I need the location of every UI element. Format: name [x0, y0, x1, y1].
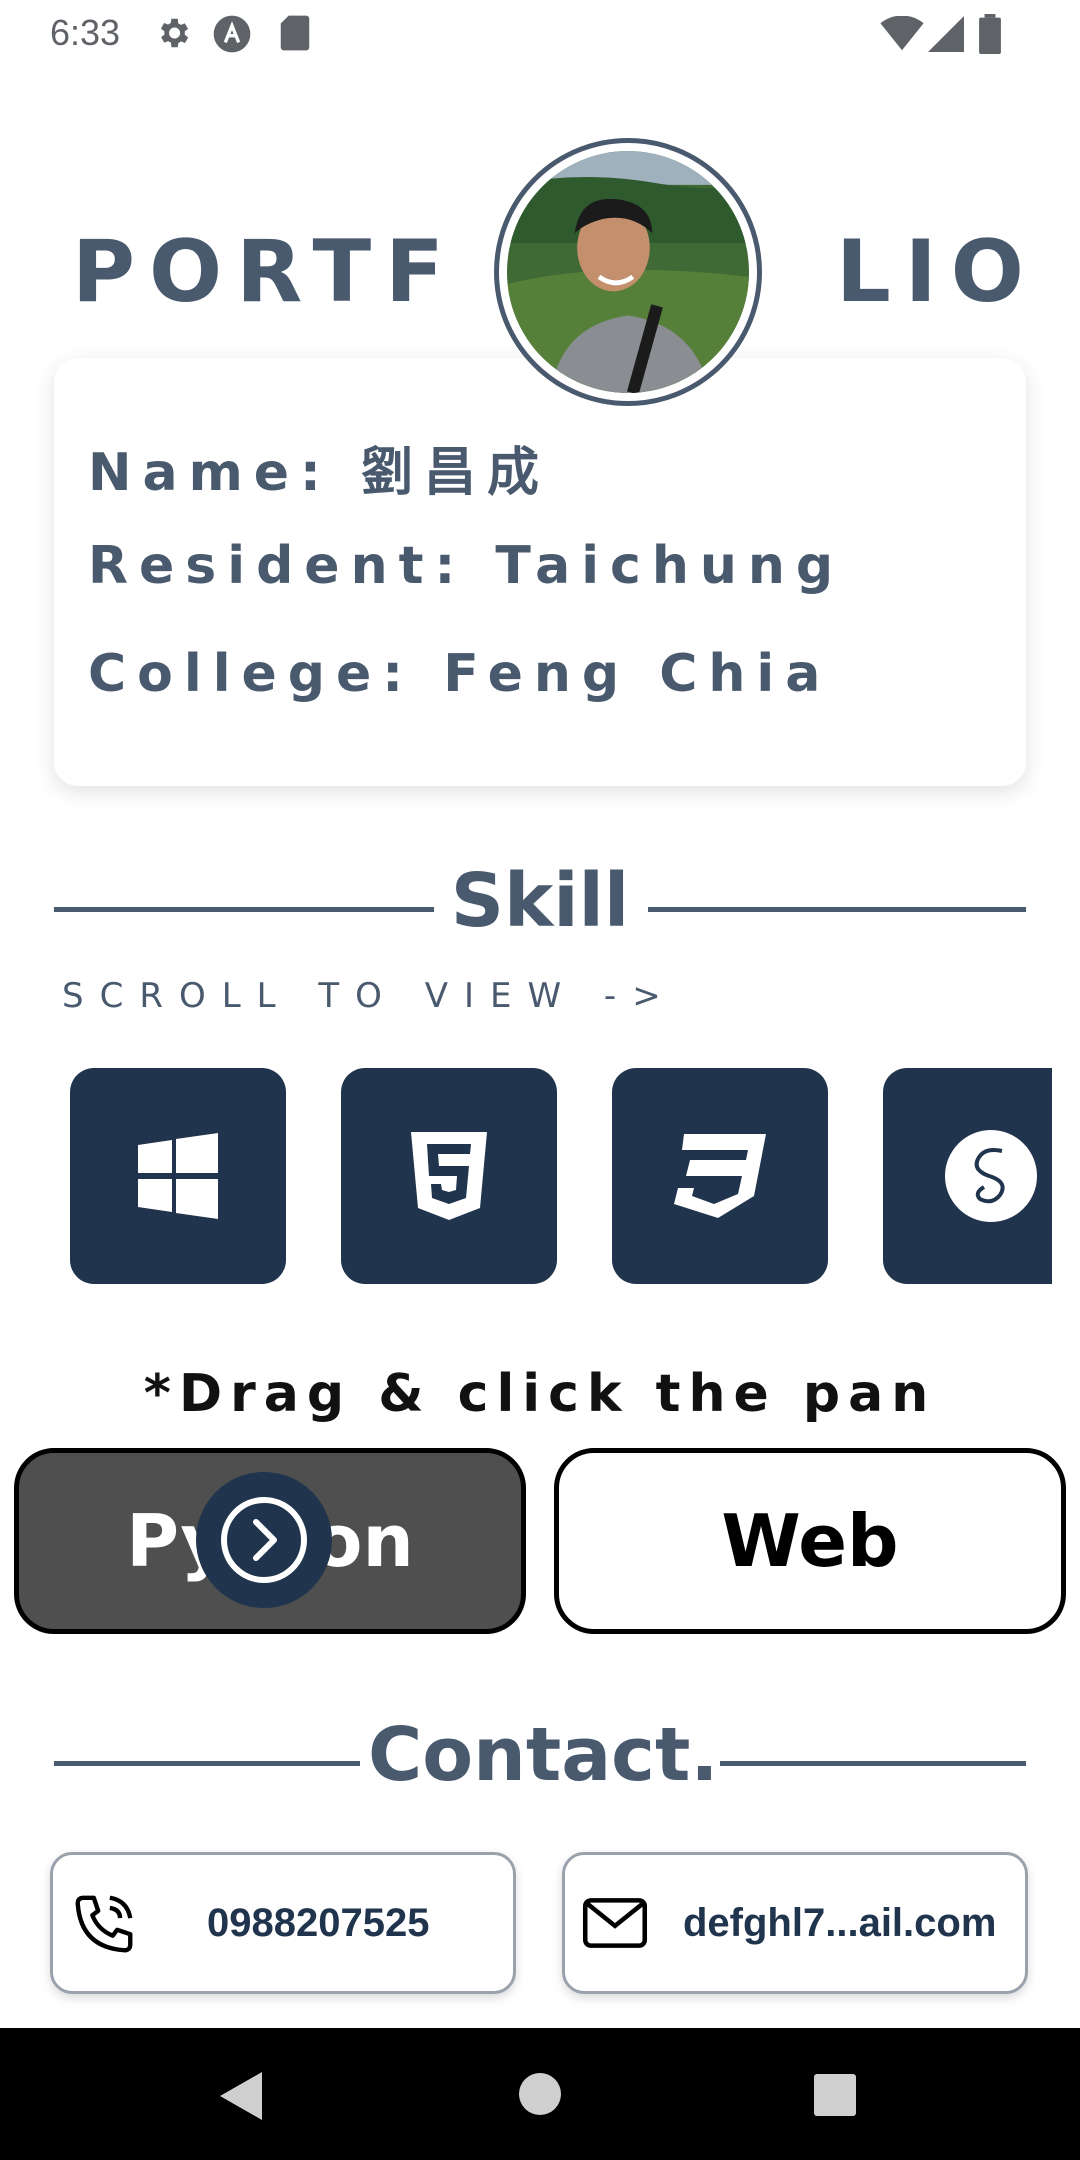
css3-icon [674, 1134, 766, 1218]
drag-hint: *Drag & click the pan [143, 1364, 937, 1424]
info-card: Name: 劉昌成 Resident: Taichung College: Fe… [54, 358, 1026, 786]
html5-icon [411, 1132, 487, 1220]
scroll-hint: SCROLL TO VIEW -> [62, 976, 677, 1016]
phone-card[interactable]: 0988207525 [50, 1852, 516, 1994]
portfolio-title-left: PORTF [72, 222, 458, 322]
contact-rule-right [720, 1761, 1026, 1766]
accessibility-icon [212, 14, 252, 58]
contact-title: Contact. [368, 1712, 719, 1798]
skill-title: Skill [450, 858, 630, 944]
info-college: College: Feng Chia [88, 644, 832, 704]
back-icon[interactable] [220, 2072, 266, 2120]
mail-icon [582, 1898, 648, 1948]
skill-tile-css3[interactable] [612, 1068, 828, 1284]
skill-tile-sass[interactable] [883, 1068, 1052, 1284]
wifi-icon [880, 15, 924, 56]
info-name: Name: 劉昌成 [88, 443, 550, 503]
cell-signal-icon [928, 16, 964, 56]
profile-photo [507, 151, 749, 393]
web-pan-button[interactable]: Web [554, 1448, 1066, 1634]
skill-rule-right [648, 907, 1026, 912]
portfolio-title-right: LIO [836, 222, 1038, 322]
email-card[interactable]: defghl7...ail.com [562, 1852, 1028, 1994]
status-time: 6:33 [50, 12, 121, 53]
info-resident: Resident: Taichung [88, 536, 845, 596]
phone-number: 0988207525 [207, 1901, 430, 1945]
email-address: defghl7...ail.com [683, 1901, 997, 1945]
drag-handle-button[interactable] [196, 1472, 332, 1608]
windows-icon [138, 1133, 218, 1219]
skill-tile-windows[interactable] [70, 1068, 286, 1284]
battery-icon [978, 14, 1002, 58]
web-pan-label: Web [721, 1499, 899, 1583]
skill-strip[interactable] [0, 1068, 1052, 1286]
avatar [494, 138, 762, 406]
skill-tile-html5[interactable] [341, 1068, 557, 1284]
contact-rule-left [54, 1761, 360, 1766]
settings-icon [154, 14, 192, 56]
navigation-bar [0, 2028, 1080, 2160]
skill-rule-left [54, 907, 434, 912]
home-icon[interactable] [518, 2072, 562, 2116]
chevron-right-circle-icon [221, 1497, 307, 1583]
sass-icon [945, 1130, 1037, 1222]
status-bar: 6:33 [0, 0, 1080, 66]
sd-card-icon [278, 14, 312, 56]
phone-icon [75, 1895, 133, 1953]
recents-icon[interactable] [814, 2074, 856, 2116]
